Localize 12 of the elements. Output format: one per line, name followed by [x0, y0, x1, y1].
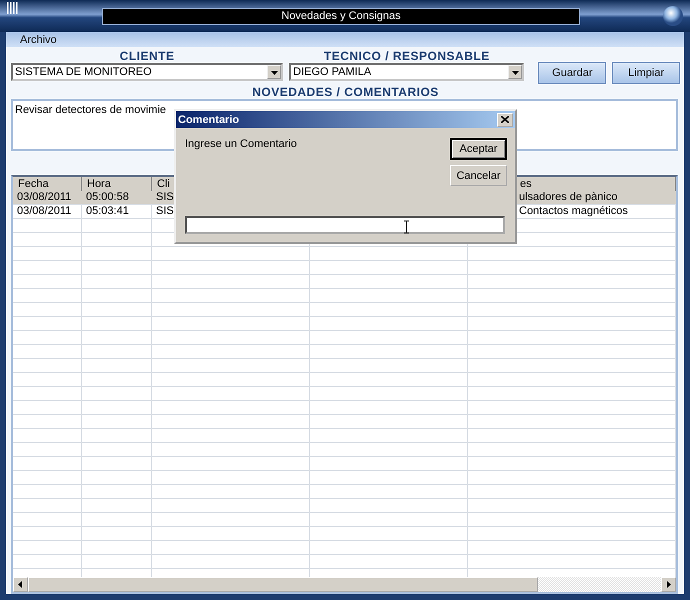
field-label: TECNICO / RESPONSABLE	[324, 49, 490, 63]
table-cell-text: Contactos magnéticos	[518, 205, 629, 218]
table-cell: 03/08/2011	[13, 191, 82, 204]
dialog-prompt: Ingrese un Comentario	[185, 138, 297, 152]
field-label: CLIENTE	[120, 49, 174, 63]
window-title: Novedades y Consignas	[102, 8, 580, 24]
section-label: NOVEDADES / COMENTARIOS	[252, 85, 439, 99]
table-cell: 05:00:58	[82, 191, 152, 204]
table-cell-text: SIS	[155, 205, 175, 218]
table-cell-text: 03/08/2011	[16, 205, 72, 218]
dialog-title: Comentario	[178, 114, 240, 126]
table-cell-text: 05:03:41	[85, 205, 130, 218]
